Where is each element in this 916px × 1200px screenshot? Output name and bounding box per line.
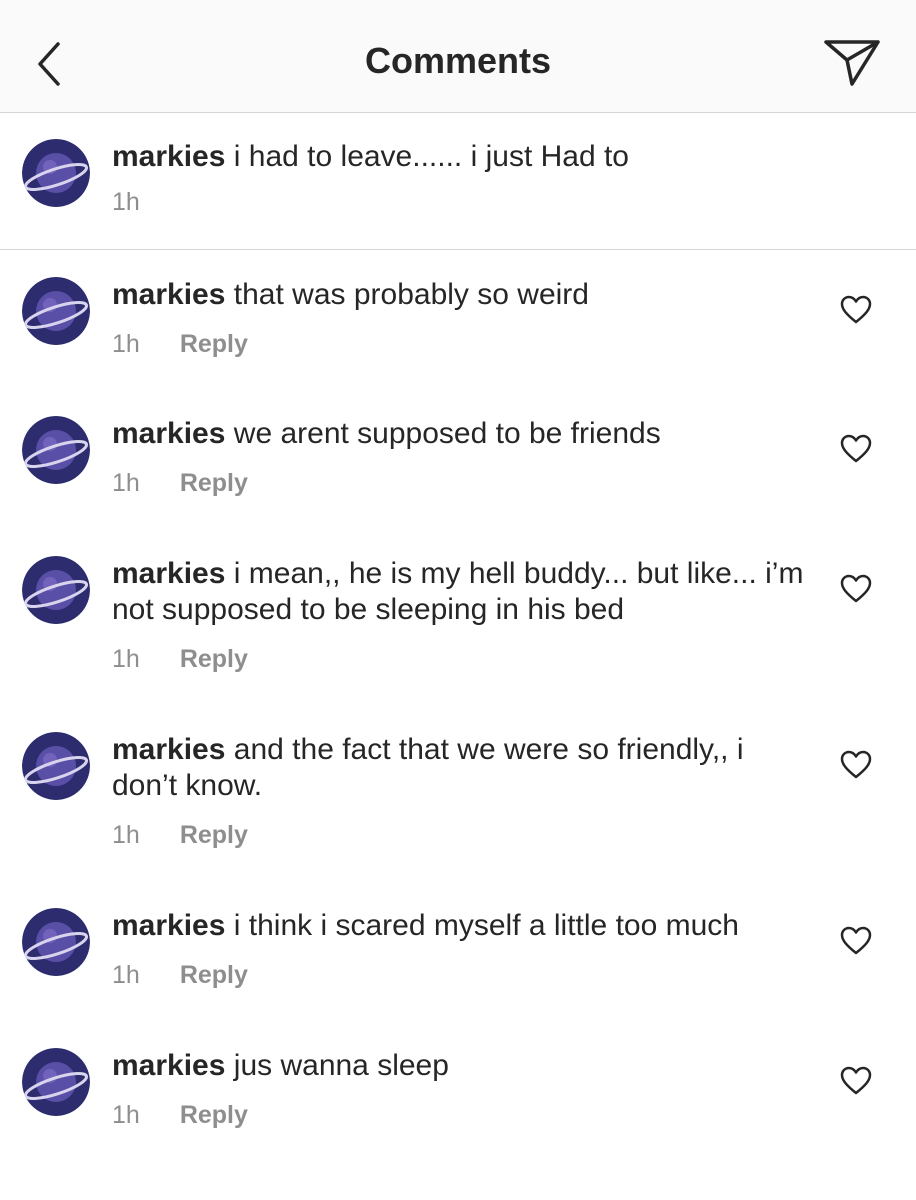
chevron-left-icon: [38, 42, 60, 86]
heart-icon: [840, 434, 872, 463]
avatar[interactable]: [22, 416, 90, 484]
timestamp: 1h: [112, 188, 140, 216]
comment-meta: 1h Reply: [112, 820, 248, 850]
username[interactable]: markies: [112, 140, 225, 173]
like-button[interactable]: [840, 574, 872, 604]
comment-text: markies i think i scared myself a little…: [112, 908, 812, 944]
username[interactable]: markies: [112, 417, 225, 450]
comment-meta: 1h Reply: [112, 329, 248, 359]
like-button[interactable]: [840, 1066, 872, 1096]
comment-meta: 1h Reply: [112, 960, 248, 990]
comment-body: jus wanna sleep: [233, 1049, 449, 1082]
timestamp: 1h: [112, 645, 140, 673]
heart-icon: [840, 295, 872, 324]
page-title: Comments: [364, 40, 552, 81]
reply-button[interactable]: Reply: [180, 330, 248, 358]
like-button[interactable]: [840, 295, 872, 325]
header-bar: Comments: [0, 0, 916, 113]
heart-icon: [840, 1066, 872, 1095]
comment-text: markies jus wanna sleep: [112, 1048, 812, 1084]
planet-avatar-icon: [22, 277, 90, 345]
reply-button[interactable]: Reply: [180, 645, 248, 673]
avatar[interactable]: [22, 1048, 90, 1116]
caption-meta: 1h: [112, 187, 140, 217]
avatar[interactable]: [22, 908, 90, 976]
comment-text: markies i mean,, he is my hell buddy... …: [112, 556, 812, 628]
avatar[interactable]: [22, 277, 90, 345]
username[interactable]: markies: [112, 557, 225, 590]
heart-icon: [840, 574, 872, 603]
planet-avatar-icon: [22, 908, 90, 976]
caption-text: markies i had to leave...... i just Had …: [112, 139, 812, 175]
planet-avatar-icon: [22, 139, 90, 207]
comment-body: that was probably so weird: [233, 278, 589, 311]
timestamp: 1h: [112, 469, 140, 497]
comment-meta: 1h Reply: [112, 468, 248, 498]
planet-avatar-icon: [22, 1048, 90, 1116]
like-button[interactable]: [840, 750, 872, 780]
planet-avatar-icon: [22, 732, 90, 800]
username[interactable]: markies: [112, 909, 225, 942]
timestamp: 1h: [112, 821, 140, 849]
comment-body: i think i scared myself a little too muc…: [233, 909, 739, 942]
comment-text: markies we arent supposed to be friends: [112, 416, 812, 452]
heart-icon: [840, 750, 872, 779]
avatar[interactable]: [22, 556, 90, 624]
like-button[interactable]: [840, 926, 872, 956]
reply-button[interactable]: Reply: [180, 469, 248, 497]
comment-text: markies and the fact that we were so fri…: [112, 732, 812, 804]
reply-button[interactable]: Reply: [180, 1101, 248, 1129]
timestamp: 1h: [112, 330, 140, 358]
avatar[interactable]: [22, 139, 90, 207]
avatar[interactable]: [22, 732, 90, 800]
heart-icon: [840, 926, 872, 955]
back-button[interactable]: [26, 36, 74, 92]
caption-body: i had to leave...... i just Had to: [233, 140, 629, 173]
username[interactable]: markies: [112, 733, 225, 766]
comment-meta: 1h Reply: [112, 1100, 248, 1130]
comment-meta: 1h Reply: [112, 644, 248, 674]
like-button[interactable]: [840, 434, 872, 464]
share-button[interactable]: [822, 36, 884, 92]
caption-row: markies i had to leave...... i just Had …: [0, 113, 916, 250]
planet-avatar-icon: [22, 416, 90, 484]
planet-avatar-icon: [22, 556, 90, 624]
reply-button[interactable]: Reply: [180, 821, 248, 849]
reply-button[interactable]: Reply: [180, 961, 248, 989]
username[interactable]: markies: [112, 1049, 225, 1082]
timestamp: 1h: [112, 1101, 140, 1129]
comment-body: we arent supposed to be friends: [233, 417, 661, 450]
comment-text: markies that was probably so weird: [112, 277, 812, 313]
paper-plane-icon: [824, 40, 880, 86]
username[interactable]: markies: [112, 278, 225, 311]
timestamp: 1h: [112, 961, 140, 989]
